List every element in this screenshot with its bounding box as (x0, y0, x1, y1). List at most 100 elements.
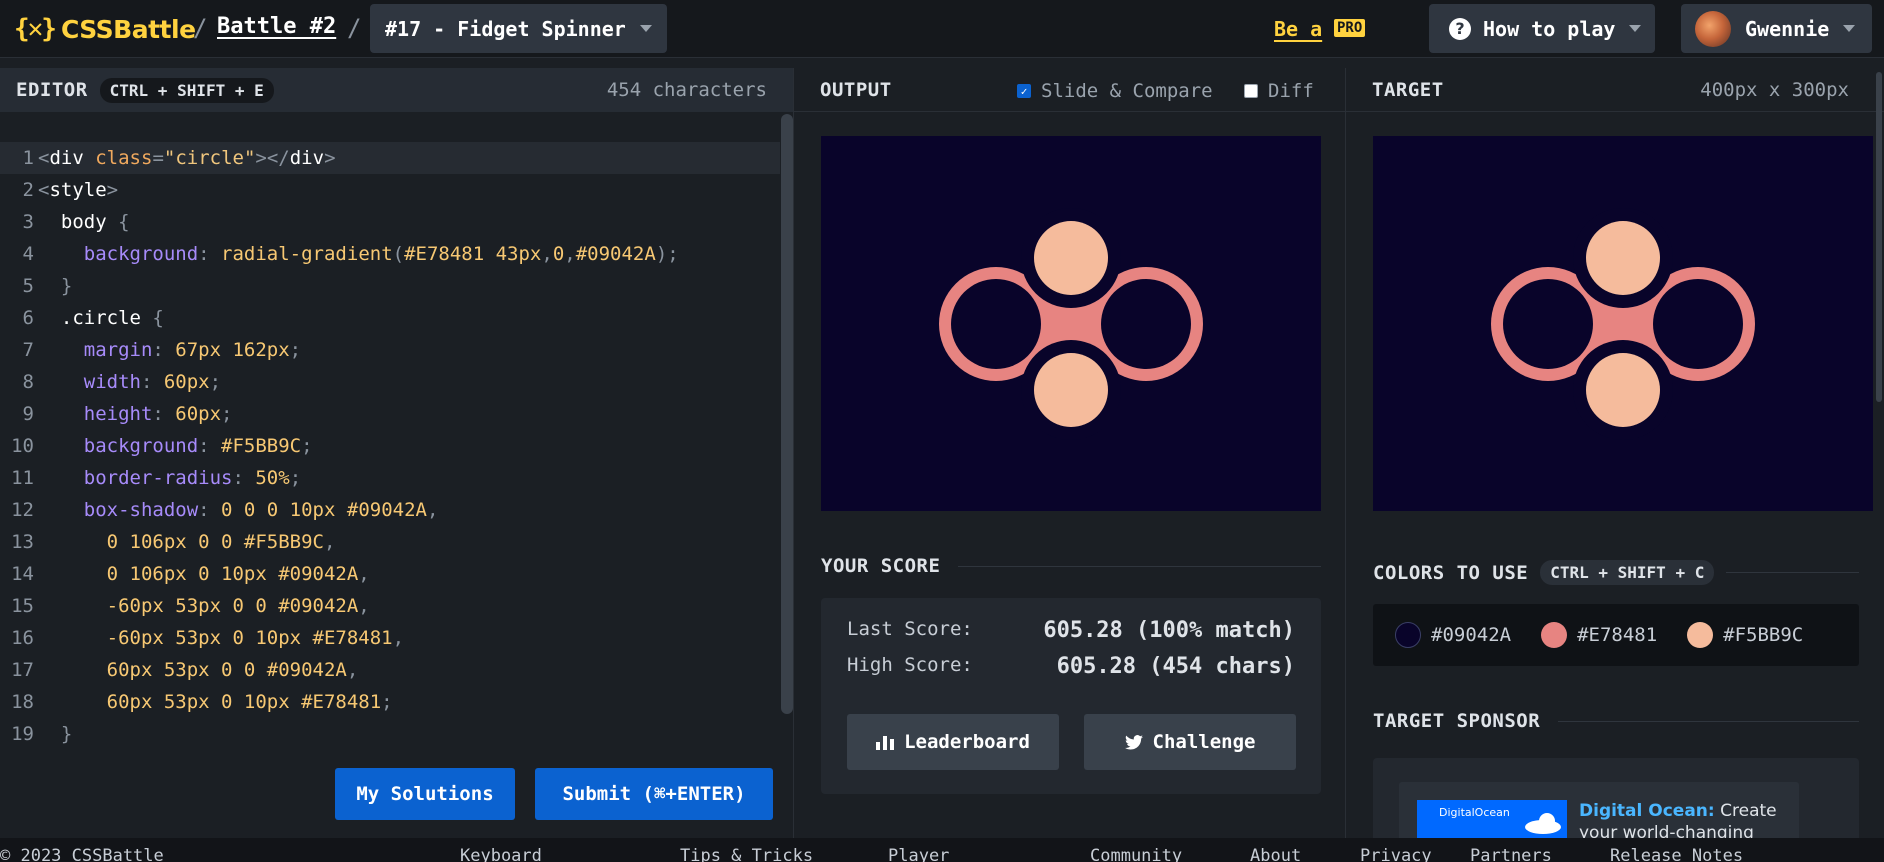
code-text[interactable]: width: 60px; (38, 371, 221, 393)
diff-checkbox[interactable] (1244, 84, 1258, 98)
code-line[interactable]: 16 -60px 53px 0 10px #E78481, (0, 622, 780, 654)
code-text[interactable]: } (38, 723, 72, 745)
code-text[interactable]: 60px 53px 0 0 #09042A, (38, 659, 359, 681)
code-line[interactable]: 12 box-shadow: 0 0 0 10px #09042A, (0, 494, 780, 526)
footer-player-link[interactable]: Player (888, 846, 949, 862)
footer-tips-link[interactable]: Tips & Tricks (680, 846, 813, 862)
code-token: : (198, 499, 222, 521)
code-line[interactable]: 5 } (0, 270, 780, 302)
code-text[interactable]: <div class="circle"></div> (38, 147, 336, 169)
code-line[interactable]: 10 background: #F5BB9C; (0, 430, 780, 462)
my-solutions-button[interactable]: My Solutions (335, 768, 515, 820)
code-text[interactable]: body { (38, 211, 130, 233)
code-token: > (106, 179, 119, 201)
footer-privacy-link[interactable]: Privacy (1360, 846, 1432, 862)
code-line[interactable]: 11 border-radius: 50%; (0, 462, 780, 494)
code-text[interactable]: 60px 53px 0 10px #E78481; (38, 691, 393, 713)
slide-compare-toggle[interactable]: ✓ Slide & Compare (1017, 80, 1213, 102)
code-line[interactable]: 13 0 106px 0 0 #F5BB9C, (0, 526, 780, 558)
code-line[interactable]: 17 60px 53px 0 0 #09042A, (0, 654, 780, 686)
color-swatch[interactable]: #F5BB9C (1687, 622, 1833, 648)
code-token: : (232, 467, 256, 489)
code-line[interactable]: 19 } (0, 718, 780, 750)
code-line[interactable]: 9 height: 60px; (0, 398, 780, 430)
code-text[interactable]: background: #F5BB9C; (38, 435, 313, 457)
output-preview[interactable] (821, 136, 1321, 511)
breadcrumb-battle-link[interactable]: Battle #2 (217, 14, 336, 39)
code-token: border-radius (38, 467, 233, 489)
code-text[interactable]: background: radial-gradient(#E78481 43px… (38, 243, 679, 265)
code-text[interactable]: border-radius: 50%; (38, 467, 301, 489)
code-token: body (38, 211, 119, 233)
code-text[interactable]: <style> (38, 179, 118, 201)
cssbattle-logo[interactable]: {✕} CSSBattle (14, 14, 196, 44)
code-line[interactable]: 1 <div class="circle"></div> (0, 142, 780, 174)
target-right-hole (1653, 279, 1743, 369)
code-token: #E78481 43px (404, 243, 542, 265)
footer-community-link[interactable]: Community (1090, 846, 1182, 862)
code-line[interactable]: 8 width: 60px; (0, 366, 780, 398)
high-score-value: 605.28 (454 chars) (1056, 654, 1295, 679)
code-token: , (392, 627, 405, 649)
footer-partners-link[interactable]: Partners (1470, 846, 1552, 862)
code-text[interactable]: margin: 67px 162px; (38, 339, 301, 361)
submit-button[interactable]: Submit (⌘+ENTER) (535, 768, 773, 820)
code-line[interactable]: 2 <style> (0, 174, 780, 206)
code-token: > (324, 147, 336, 169)
user-menu-button[interactable]: Gwennie (1681, 4, 1872, 53)
code-text[interactable]: } (38, 275, 72, 297)
footer-about-link[interactable]: About (1250, 846, 1301, 862)
output-header: OUTPUT ✓ Slide & Compare Diff (794, 68, 1346, 112)
code-text[interactable]: 0 106px 0 0 #F5BB9C, (38, 531, 336, 553)
color-palette: #09042A #E78481 #F5BB9C (1373, 604, 1859, 666)
diff-toggle[interactable]: Diff (1244, 80, 1314, 102)
code-token: } (38, 723, 73, 745)
code-line[interactable]: 14 0 106px 0 10px #09042A, (0, 558, 780, 590)
code-text[interactable]: -60px 53px 0 10px #E78481, (38, 627, 404, 649)
footer-release-link[interactable]: Release Notes (1610, 846, 1743, 862)
color-swatch[interactable]: #09042A (1395, 622, 1541, 648)
code-text[interactable]: 0 106px 0 10px #09042A, (38, 563, 370, 585)
code-token: { (152, 307, 164, 329)
code-text[interactable]: height: 60px; (38, 403, 233, 425)
be-pro-link[interactable]: Be a (1274, 17, 1322, 41)
code-token: < (38, 147, 50, 169)
color-swatch[interactable]: #E78481 (1541, 622, 1687, 648)
editor-shortcut: CTRL + SHIFT + E (99, 77, 274, 103)
code-line[interactable]: 15 -60px 53px 0 0 #09042A, (0, 590, 780, 622)
code-token: #09042A (575, 243, 656, 265)
code-token: ); (655, 243, 679, 265)
footer-keyboard-link[interactable]: Keyboard (460, 846, 542, 862)
swatch-label: #F5BB9C (1723, 624, 1804, 646)
sponsor-brand: Digital Ocean: (1579, 801, 1715, 821)
logo-mark-icon: {✕} (14, 14, 57, 44)
swatch-label: #E78481 (1577, 624, 1658, 646)
code-text[interactable]: box-shadow: 0 0 0 10px #09042A, (38, 499, 439, 521)
code-text[interactable]: -60px 53px 0 0 #09042A, (38, 595, 370, 617)
page-scrollbar[interactable] (1876, 72, 1882, 402)
your-score-title: YOUR SCORE (821, 555, 941, 577)
how-to-play-button[interactable]: ? How to play (1429, 4, 1655, 53)
target-preview[interactable] (1373, 136, 1873, 511)
code-line[interactable]: 4 background: radial-gradient(#E78481 43… (0, 238, 780, 270)
editor-scrollbar[interactable] (781, 114, 793, 714)
code-lines[interactable]: 1 <div class="circle"></div> 2 <style> 3 bod… (0, 142, 780, 750)
footer: © 2023 CSSBattle Keyboard Tips & Tricks … (0, 838, 1884, 862)
code-editor[interactable]: 1 <div class="circle"></div> 2 <style> 3 bod… (0, 112, 793, 838)
sponsor-ad-image-text: DigitalOcean (1439, 806, 1510, 819)
code-line[interactable]: 18 60px 53px 0 10px #E78481; (0, 686, 780, 718)
pro-badge[interactable]: PRO (1334, 19, 1366, 37)
code-line[interactable]: 3 body { (0, 206, 780, 238)
challenge-select[interactable]: #17 - Fidget Spinner (370, 4, 667, 53)
code-text[interactable]: .circle { (38, 307, 164, 329)
bar-chart-icon (876, 736, 895, 750)
code-line[interactable]: 6 .circle { (0, 302, 780, 334)
challenge-button[interactable]: Challenge (1084, 714, 1296, 770)
leaderboard-button[interactable]: Leaderboard (847, 714, 1059, 770)
output-fidget-spinner (821, 136, 1321, 511)
code-line[interactable]: 7 margin: 67px 162px; (0, 334, 780, 366)
line-number: 4 (22, 243, 34, 265)
code-token: , (426, 499, 439, 521)
line-number: 18 (11, 691, 34, 713)
slide-compare-checkbox[interactable]: ✓ (1017, 84, 1031, 98)
